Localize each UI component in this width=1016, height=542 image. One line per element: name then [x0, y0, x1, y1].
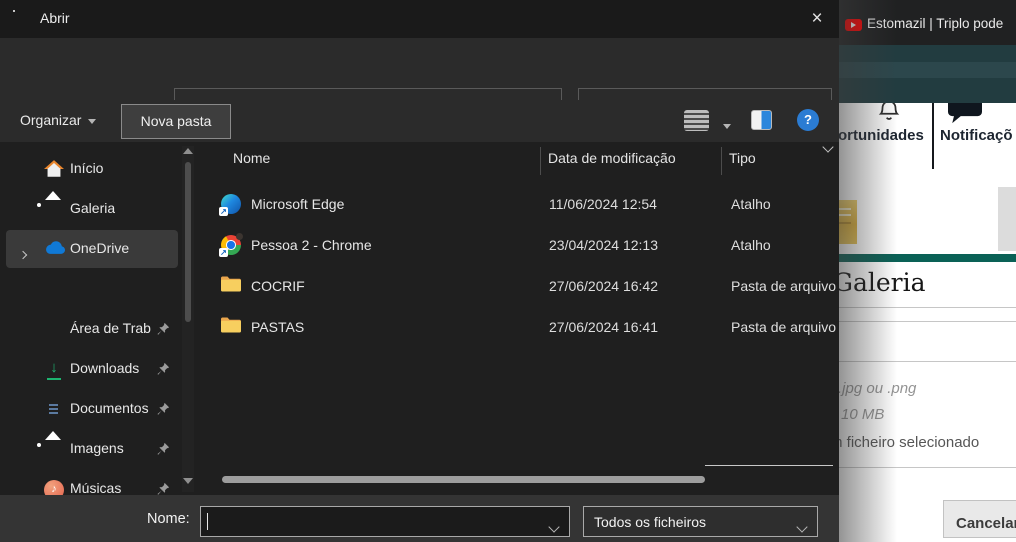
- text-caret: [207, 513, 208, 530]
- notifications-chat-icon: [948, 103, 990, 127]
- sidebar-item-onedrive[interactable]: OneDrive: [6, 230, 178, 268]
- sort-chevron-icon: [822, 142, 833, 153]
- page-image-edge: [998, 187, 1016, 251]
- file-row-cocrif[interactable]: COCRIF 27/06/2024 16:42 Pasta de arquivo: [200, 266, 839, 307]
- filename-dropdown-icon[interactable]: [548, 521, 559, 532]
- column-header-date[interactable]: Data de modificação: [548, 150, 676, 166]
- pin-icon: [156, 402, 170, 416]
- dialog-footer: Nome: Todos os ficheiros: [0, 495, 839, 542]
- scroll-up-icon[interactable]: [183, 148, 193, 154]
- file-type-value: Todos os ficheiros: [594, 514, 706, 530]
- home-icon: [44, 160, 64, 180]
- dialog-shadow: [839, 0, 897, 542]
- view-mode-icon[interactable]: [684, 110, 709, 131]
- sidebar-item-home[interactable]: Início: [6, 150, 178, 188]
- sidebar-item-downloads[interactable]: ↓ Downloads: [6, 350, 178, 388]
- column-header-name[interactable]: Nome: [233, 150, 270, 166]
- dialog-navbar: ← → ↑ Área de Trabalho: [0, 38, 839, 100]
- column-header-type[interactable]: Tipo: [729, 150, 756, 166]
- dialog-body: Início Galeria OneDrive Área de Trab ↓: [0, 142, 839, 495]
- organize-caret-icon: [88, 119, 96, 124]
- sidebar-item-pictures[interactable]: Imagens: [6, 430, 178, 468]
- shortcut-arrow-icon: ↗: [219, 248, 228, 257]
- filename-input[interactable]: [200, 506, 570, 537]
- file-type-dropdown-icon[interactable]: [796, 521, 807, 532]
- dialog-titlebar: Abrir ×: [0, 0, 839, 38]
- download-icon: ↓: [44, 360, 64, 380]
- view-mode-caret-icon[interactable]: [723, 124, 731, 129]
- screen: Estomazil | Triplo pode ortunidades Noti…: [0, 0, 1016, 542]
- page-nav-notifications[interactable]: Notificaçõ: [940, 127, 1016, 144]
- scroll-down-icon[interactable]: [183, 478, 193, 484]
- chrome-icon: ↗: [221, 235, 241, 255]
- expand-chevron-icon[interactable]: [19, 251, 27, 259]
- file-type-select[interactable]: Todos os ficheiros: [583, 506, 818, 537]
- new-folder-button[interactable]: Nova pasta: [121, 104, 231, 139]
- folder-icon: [221, 276, 241, 296]
- file-row-pessoa2-chrome[interactable]: ↗ Pessoa 2 - Chrome 23/04/2024 12:13 Ata…: [200, 225, 839, 266]
- file-row-pastas[interactable]: PASTAS 27/06/2024 16:41 Pasta de arquivo: [200, 307, 839, 348]
- preview-pane-icon[interactable]: [751, 110, 772, 130]
- close-icon[interactable]: ×: [800, 6, 834, 32]
- pin-icon: [156, 362, 170, 376]
- sidebar-item-documents[interactable]: Documentos: [6, 390, 178, 428]
- column-separator[interactable]: [721, 147, 722, 175]
- organize-menu[interactable]: Organizar: [20, 112, 96, 128]
- onedrive-cloud-icon: [44, 240, 64, 260]
- sidebar-item-desktop[interactable]: Área de Trab: [6, 310, 178, 348]
- music-icon: ♪: [44, 480, 64, 495]
- open-file-dialog: Abrir × ← → ↑ Área de Trabalho: [0, 0, 839, 542]
- pin-icon: [156, 442, 170, 456]
- sidebar-item-gallery[interactable]: Galeria: [6, 190, 178, 228]
- help-icon[interactable]: ?: [797, 109, 819, 131]
- page-nav-divider: [932, 103, 934, 169]
- cancel-button[interactable]: Cancelar: [943, 500, 1016, 538]
- sidebar-scrollbar[interactable]: [182, 146, 194, 492]
- folder-icon: [221, 317, 241, 337]
- edge-icon: ↗: [221, 194, 241, 214]
- dialog-toolbar: Organizar Nova pasta ?: [0, 100, 839, 142]
- horizontal-scrollbar[interactable]: [222, 476, 705, 483]
- scrollbar-thumb[interactable]: [185, 162, 191, 322]
- dialog-title: Abrir: [40, 10, 70, 26]
- pin-icon: [156, 482, 170, 495]
- shortcut-arrow-icon: ↗: [219, 207, 228, 216]
- file-row-microsoft-edge[interactable]: ↗ Microsoft Edge 11/06/2024 12:54 Atalho: [200, 184, 839, 225]
- column-separator[interactable]: [540, 147, 541, 175]
- pin-icon: [156, 322, 170, 336]
- profile-badge: [236, 233, 243, 240]
- filename-label: Nome:: [147, 511, 190, 527]
- file-list-header: Nome Data de modificação Tipo: [200, 142, 839, 180]
- list-bottom-border: [705, 465, 833, 466]
- sidebar-item-music[interactable]: ♪ Músicas: [6, 470, 178, 495]
